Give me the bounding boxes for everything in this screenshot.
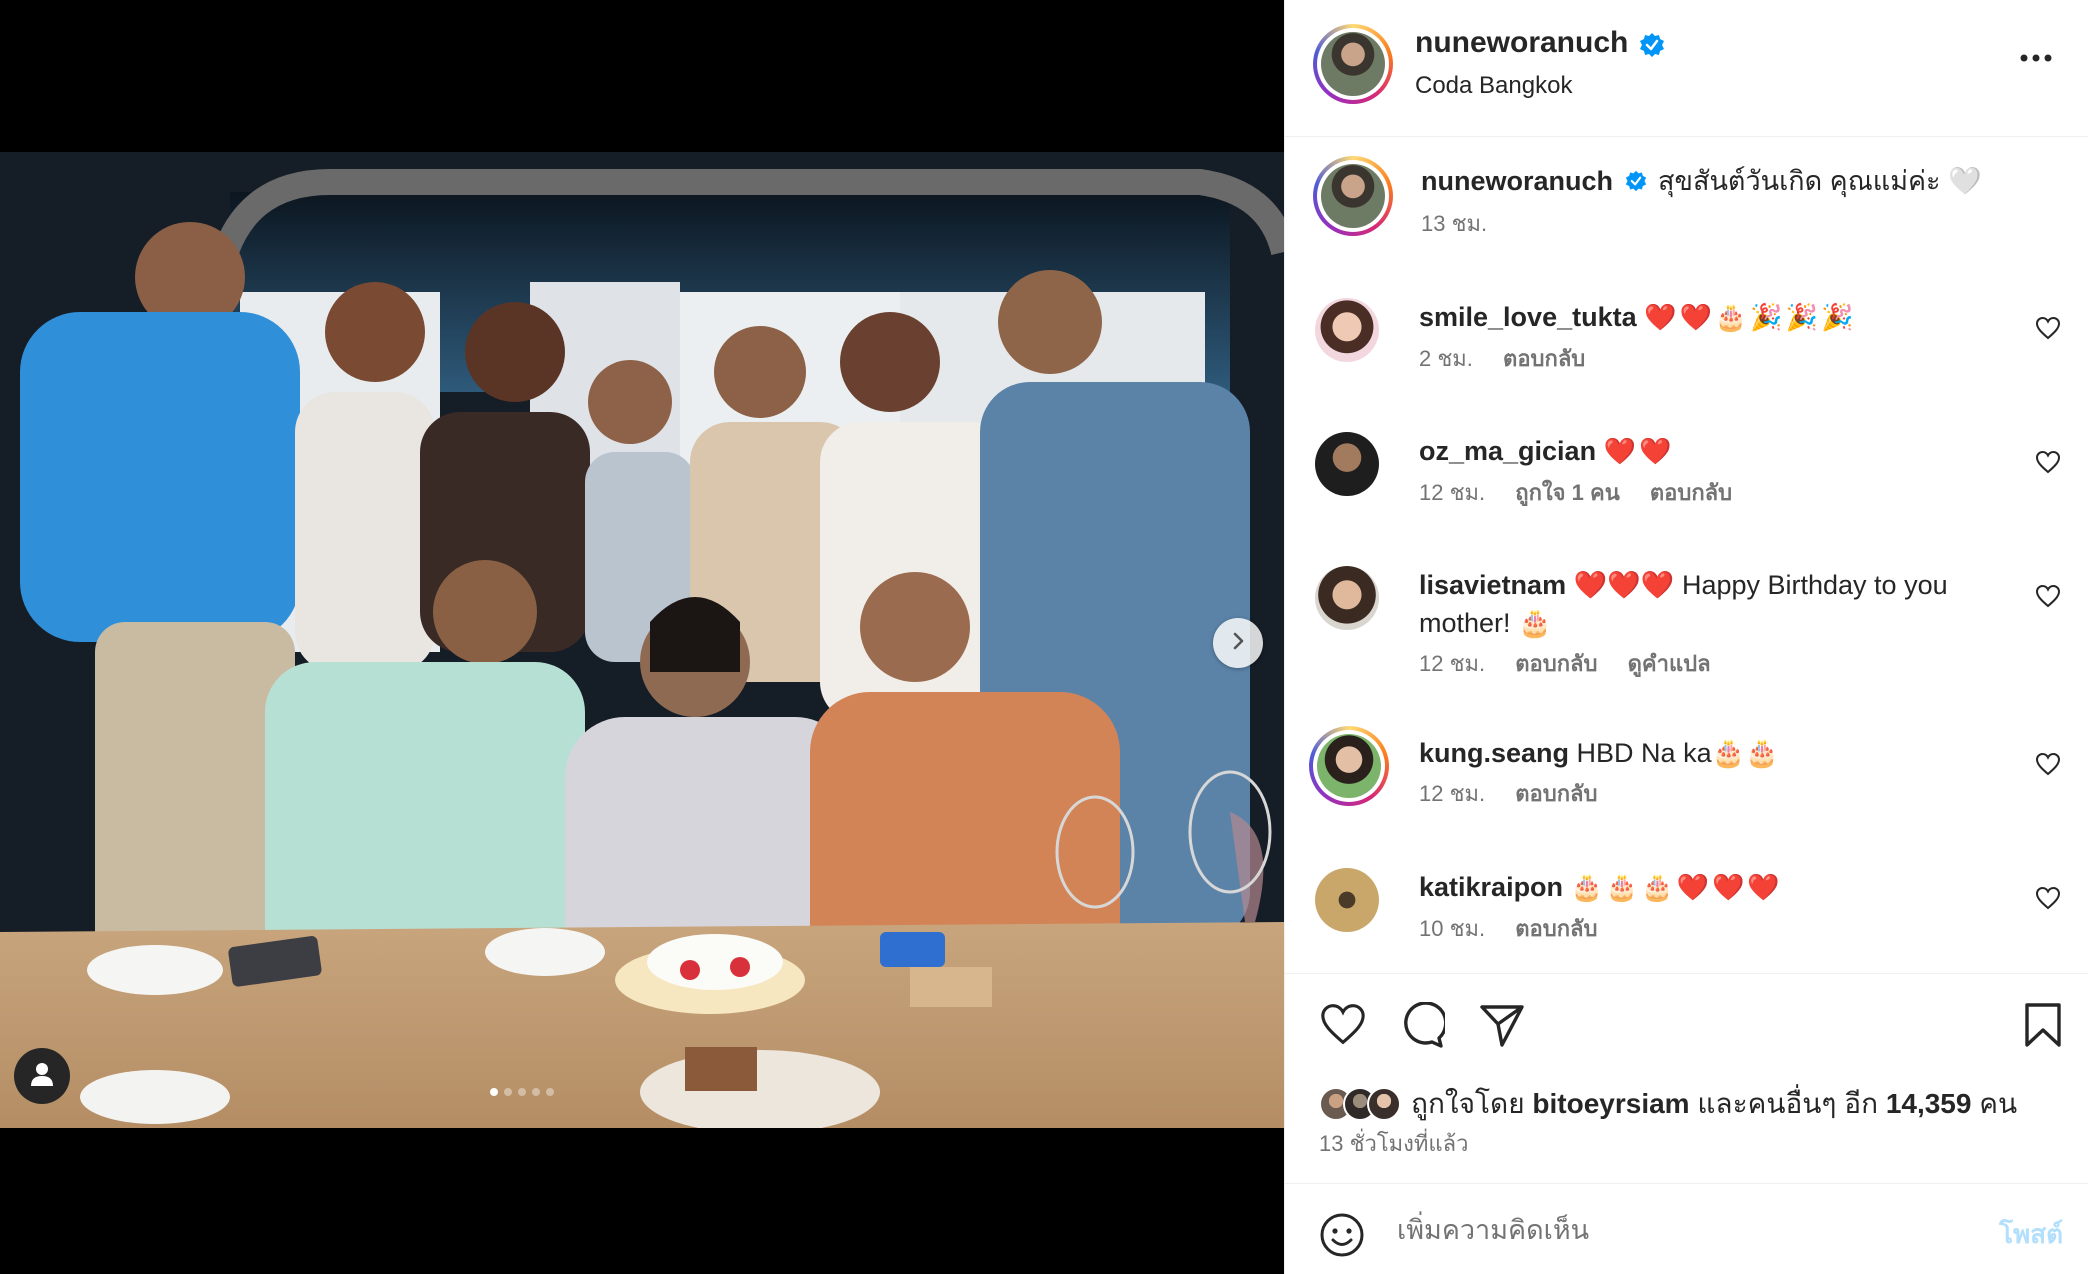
comment-text: ❤️❤️ [1603,437,1675,467]
comment-composer: โพสต์ [1285,1183,2088,1274]
paper-plane-icon [1479,1005,1525,1052]
smiley-icon [1319,1213,1365,1262]
caption-time[interactable]: 13 ชม. [1421,211,1487,236]
caption-text: สุขสันต์วันเกิด คุณแม่ค่ะ 🤍 [1658,166,1982,196]
post-location[interactable]: Coda Bangkok [1415,72,1572,100]
post-actions: ถูกใจโดย bitoeyrsiam และคนอื่นๆ อีก 14,3… [1285,973,2088,1173]
save-button[interactable] [2023,1002,2063,1053]
more-options-icon [2019,50,2053,67]
chevron-right-icon [1228,631,1248,656]
commenter-avatar[interactable] [1315,432,1379,496]
comment-bubble-icon [1399,1001,1448,1052]
reply-button[interactable]: ตอบกลับ [1515,916,1597,941]
heart-icon [2035,316,2061,344]
comment-username[interactable]: lisavietnam [1419,570,1566,600]
comment-username[interactable]: smile_love_tukta [1419,302,1637,332]
comment-username[interactable]: kung.seang [1419,738,1569,768]
comment-text: HBD Na ka🎂🎂 [1576,738,1779,768]
reply-button[interactable]: ตอบกลับ [1515,651,1597,676]
liker-avatars[interactable] [1319,1087,1401,1121]
post-comment-button[interactable]: โพสต์ [1999,1214,2063,1255]
comment-username[interactable]: katikraipon [1419,872,1563,902]
verified-badge-icon [1639,32,1665,63]
more-options-button[interactable] [2019,50,2053,68]
carousel-dot [504,1088,512,1096]
comment-text: 🎂🎂🎂❤️❤️❤️ [1570,873,1783,903]
commenter-avatar[interactable] [1315,566,1379,630]
carousel-dot [518,1088,526,1096]
comment-time[interactable]: 12 ชม. [1419,781,1485,806]
carousel-dot [532,1088,540,1096]
comment-likes-count[interactable]: ถูกใจ 1 คน [1515,480,1620,505]
carousel-dot [546,1088,554,1096]
post-panel: nuneworanuch Coda Bangkok nuneworanuch ส… [1284,0,2088,1274]
commenter-avatar[interactable] [1309,726,1389,806]
emoji-picker-button[interactable] [1319,1212,1365,1263]
likes-prefix: ถูกใจโดย [1411,1088,1525,1119]
reply-button[interactable]: ตอบกลับ [1650,480,1732,505]
carousel-dot [490,1088,498,1096]
like-button[interactable] [1319,1002,1367,1051]
comment-time[interactable]: 2 ชม. [1419,346,1473,371]
verified-badge-icon [1625,164,1647,202]
post-header: nuneworanuch Coda Bangkok [1285,0,2088,137]
tagged-users-button[interactable] [14,1048,70,1104]
likes-count[interactable]: 14,359 [1886,1088,1972,1120]
comment-username[interactable]: oz_ma_gician [1419,436,1596,466]
comment-text: ❤️❤️🎂🎉🎉🎉 [1644,303,1857,333]
heart-icon [2035,584,2061,612]
comment-time[interactable]: 10 ชม. [1419,916,1485,941]
comment-input[interactable] [1397,1206,1957,1254]
media-viewer [0,0,1284,1274]
user-tag-icon [29,1061,55,1092]
heart-icon [2035,886,2061,914]
bookmark-icon [2023,1003,2063,1052]
likes-summary: ถูกใจโดย bitoeyrsiam และคนอื่นๆ อีก 14,3… [1319,1082,2017,1126]
commenter-avatar[interactable] [1315,298,1379,362]
heart-icon [2035,752,2061,780]
likes-suffix: คน [1979,1088,2018,1119]
reply-button[interactable]: ตอบกลับ [1503,346,1585,371]
reply-button[interactable]: ตอบกลับ [1515,781,1597,806]
commenter-avatar[interactable] [1315,868,1379,932]
post-photo [0,152,1284,1128]
comment-time[interactable]: 12 ชม. [1419,651,1485,676]
caption-author-avatar[interactable] [1313,156,1393,236]
next-photo-button[interactable] [1213,618,1263,668]
heart-icon [2035,450,2061,478]
post-timestamp[interactable]: 13 ชั่วโมงที่แล้ว [1319,1126,1468,1161]
comments-list[interactable]: nuneworanuch สุขสันต์วันเกิด คุณแม่ค่ะ 🤍… [1285,138,2088,973]
heart-icon [1319,1004,1367,1050]
author-username[interactable]: nuneworanuch [1415,26,1628,59]
comment-time[interactable]: 12 ชม. [1419,480,1485,505]
comment-like-button[interactable] [2035,752,2061,781]
caption-username[interactable]: nuneworanuch [1421,166,1613,196]
likes-middle: และคนอื่นๆ อีก [1697,1088,1879,1119]
comment-like-button[interactable] [2035,584,2061,613]
comment-like-button[interactable] [2035,450,2061,479]
liker-username[interactable]: bitoeyrsiam [1532,1088,1689,1120]
comment-like-button[interactable] [2035,886,2061,915]
carousel-indicator [490,1088,554,1096]
comment-button[interactable] [1399,1001,1448,1053]
comment-like-button[interactable] [2035,316,2061,345]
author-avatar[interactable] [1313,24,1393,104]
share-button[interactable] [1479,1002,1525,1053]
translate-button[interactable]: ดูคำแปล [1628,651,1711,676]
